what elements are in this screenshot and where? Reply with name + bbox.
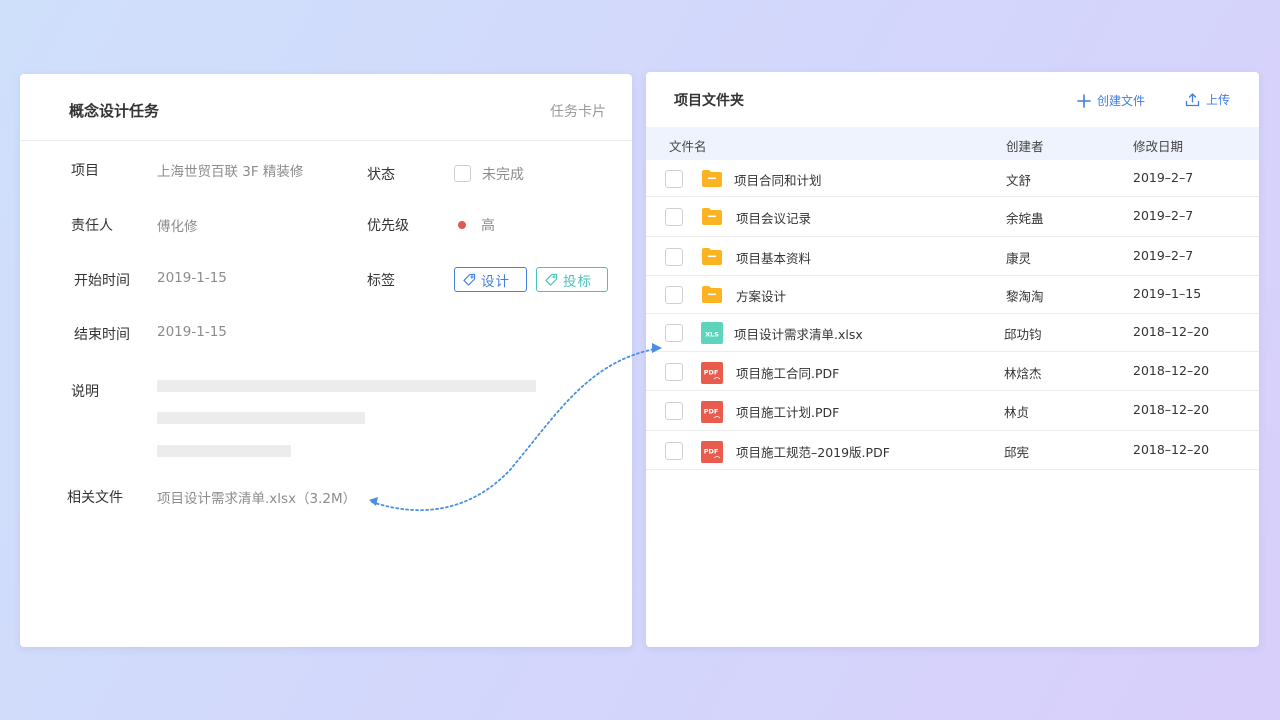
- tag-icon: [463, 273, 476, 286]
- row-checkbox[interactable]: [665, 247, 683, 266]
- file-modified-date: 2018–12–20: [1133, 362, 1210, 378]
- task-card-header: 概念设计任务 任务卡片: [20, 74, 632, 141]
- file-creator: 邱宪: [1004, 444, 1030, 460]
- related-files-label: 相关文件: [67, 490, 123, 506]
- task-card: 概念设计任务 任务卡片 项目 上海世贸百联 3F 精装修 状态 未完成 责任人 …: [20, 74, 632, 647]
- file-row[interactable]: PDF 项目施工合同.PDF 林焓杰 2018–12–20: [646, 352, 1259, 391]
- pdf-file-icon: PDF: [701, 440, 723, 467]
- file-creator: 黎淘淘: [1006, 289, 1044, 304]
- file-creator: 林焓杰: [1004, 365, 1042, 381]
- file-row[interactable]: PDF 项目施工计划.PDF 林贞 2018–12–20: [646, 391, 1259, 431]
- end-time-value: 2019-1-15: [157, 324, 227, 340]
- file-modified-date: 2019–2–7: [1133, 247, 1194, 263]
- status-value: 未完成: [482, 167, 524, 183]
- priority-label: 优先级: [367, 218, 409, 234]
- svg-text:PDF: PDF: [704, 408, 719, 416]
- task-card-subtitle: 任务卡片: [550, 104, 606, 120]
- description-placeholder-line: [157, 380, 536, 392]
- row-checkbox[interactable]: [665, 170, 683, 188]
- upload-label: 上传: [1206, 93, 1231, 107]
- priority-value: 高: [481, 218, 495, 234]
- owner-value: 傅化修: [157, 219, 198, 235]
- file-row[interactable]: 方案设计 黎淘淘 2019–1–15: [646, 276, 1259, 314]
- project-value: 上海世贸百联 3F 精装修: [157, 164, 304, 180]
- xls-file-icon: XLS: [701, 322, 723, 348]
- tag-bid[interactable]: 投标: [536, 267, 608, 292]
- start-time-label: 开始时间: [74, 273, 130, 289]
- file-modified-date: 2018–12–20: [1133, 441, 1210, 457]
- row-checkbox[interactable]: [665, 208, 683, 226]
- description-placeholder-line: [157, 445, 291, 457]
- row-checkbox[interactable]: [665, 402, 683, 420]
- file-row[interactable]: 项目合同和计划 文舒 2019–2–7: [646, 161, 1259, 197]
- file-name[interactable]: 项目设计需求清单.xlsx: [734, 324, 863, 343]
- file-name[interactable]: 项目施工规范–2019版.PDF: [736, 442, 890, 461]
- related-file-link[interactable]: 项目设计需求清单.xlsx（3.2M）: [157, 487, 356, 507]
- file-row[interactable]: 项目基本资料 康灵 2019–2–7: [646, 237, 1259, 276]
- folder-icon: [701, 169, 723, 192]
- file-row[interactable]: 项目会议记录 余姹蛊 2019–2–7: [646, 197, 1259, 237]
- create-file-button[interactable]: 创建文件: [1077, 92, 1145, 109]
- file-modified-date: 2019–2–7: [1133, 170, 1194, 185]
- folder-icon: [701, 247, 723, 270]
- file-creator: 余姹蛊: [1006, 211, 1044, 226]
- pdf-file-icon: PDF: [701, 401, 723, 427]
- file-name[interactable]: 项目合同和计划: [734, 170, 822, 189]
- file-creator: 邱功钧: [1004, 327, 1042, 342]
- status-checkbox[interactable]: [454, 165, 471, 182]
- file-creator: 康灵: [1006, 250, 1032, 266]
- folder-icon: [701, 285, 723, 308]
- file-name[interactable]: 方案设计: [736, 286, 786, 305]
- file-row[interactable]: PDF 项目施工规范–2019版.PDF 邱宪 2018–12–20: [646, 431, 1259, 470]
- file-name[interactable]: 项目施工合同.PDF: [736, 363, 839, 382]
- project-label: 项目: [71, 163, 99, 179]
- end-time-label: 结束时间: [74, 327, 130, 343]
- row-checkbox[interactable]: [665, 286, 683, 304]
- plus-icon: [1077, 93, 1091, 108]
- row-checkbox[interactable]: [665, 441, 683, 460]
- row-checkbox[interactable]: [665, 324, 683, 342]
- create-file-label: 创建文件: [1097, 94, 1146, 108]
- svg-text:PDF: PDF: [704, 447, 719, 455]
- file-modified-date: 2018–12–20: [1133, 324, 1210, 339]
- column-header-date[interactable]: 修改日期: [1133, 136, 1183, 155]
- row-checkbox[interactable]: [665, 362, 683, 381]
- file-modified-date: 2018–12–20: [1133, 402, 1210, 417]
- folder-icon: [701, 207, 723, 230]
- file-name[interactable]: 项目施工计划.PDF: [736, 402, 839, 421]
- task-card-title: 概念设计任务: [69, 102, 160, 120]
- upload-icon: [1185, 93, 1200, 107]
- file-modified-date: 2019–2–7: [1133, 208, 1194, 223]
- start-time-value: 2019-1-15: [157, 270, 227, 286]
- status-label: 状态: [367, 167, 395, 183]
- file-row[interactable]: XLS 项目设计需求清单.xlsx 邱功钧 2018–12–20: [646, 314, 1259, 352]
- file-creator: 林贞: [1004, 405, 1030, 420]
- tag-bid-label: 投标: [563, 273, 592, 290]
- file-name[interactable]: 项目基本资料: [736, 248, 811, 267]
- project-folder-card: 项目文件夹 创建文件 上传 文件名 创建者 修改日期 项目合同和计划 文舒 2019…: [646, 72, 1259, 647]
- tags-label: 标签: [367, 273, 395, 289]
- description-label: 说明: [71, 384, 99, 400]
- folder-title: 项目文件夹: [674, 93, 744, 109]
- tag-icon: [545, 273, 558, 286]
- upload-button[interactable]: 上传: [1185, 91, 1230, 108]
- column-header-creator[interactable]: 创建者: [1006, 136, 1044, 155]
- file-creator: 文舒: [1006, 173, 1032, 188]
- svg-text:PDF: PDF: [704, 368, 719, 376]
- column-header-name[interactable]: 文件名: [669, 136, 707, 155]
- description-placeholder-line: [157, 412, 365, 424]
- owner-label: 责任人: [71, 218, 113, 234]
- tag-design-label: 设计: [481, 273, 510, 290]
- pdf-file-icon: PDF: [701, 361, 723, 388]
- file-table-header: 文件名 创建者 修改日期: [646, 127, 1259, 160]
- svg-text:XLS: XLS: [705, 331, 719, 339]
- file-name[interactable]: 项目会议记录: [736, 208, 811, 227]
- file-modified-date: 2019–1–15: [1133, 286, 1202, 301]
- priority-high-dot-icon: [458, 221, 466, 229]
- tag-design[interactable]: 设计: [454, 267, 527, 292]
